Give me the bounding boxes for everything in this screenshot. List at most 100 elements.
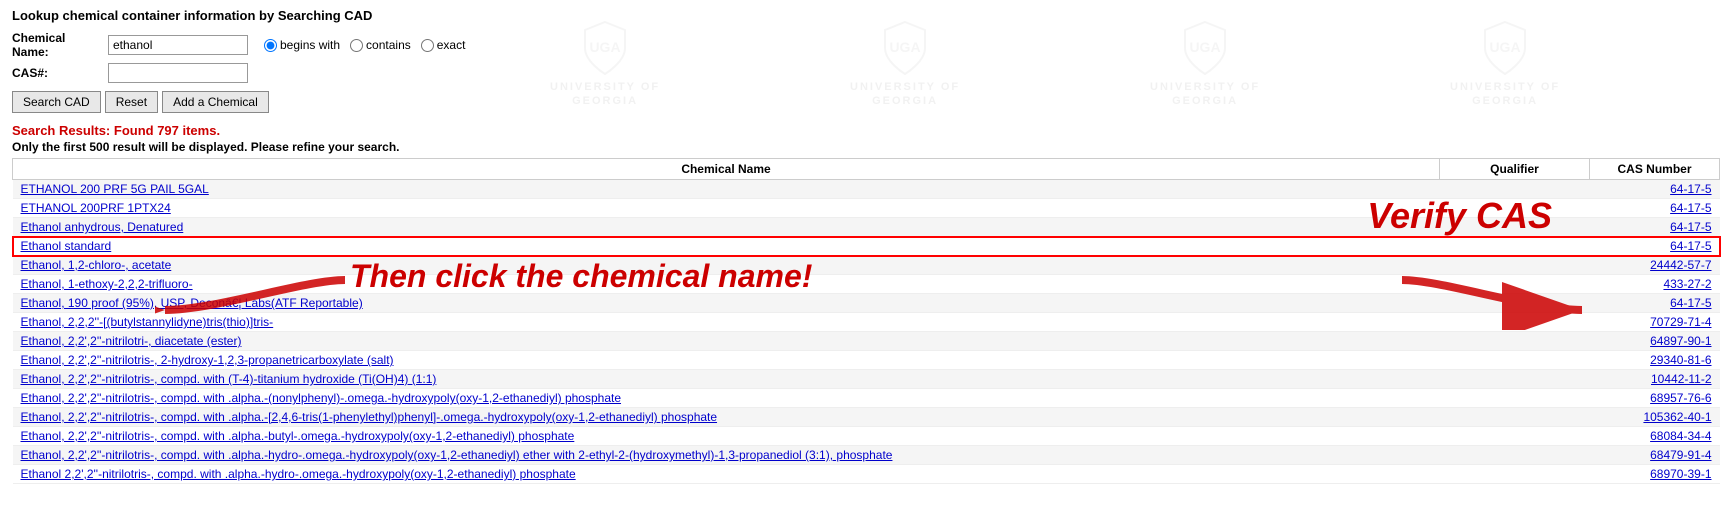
cas-number-link[interactable]: 70729-71-4 <box>1650 315 1711 329</box>
qualifier-cell <box>1440 408 1590 427</box>
chemical-name-cell: Ethanol, 2,2',2''-nitrilotris-, compd. w… <box>13 389 1440 408</box>
cas-cell: 68479-91-4 <box>1590 446 1720 465</box>
cas-label: CAS#: <box>12 66 102 80</box>
cas-number-link[interactable]: 24442-57-7 <box>1650 258 1711 272</box>
table-row: Ethanol, 2,2',2''-nitrilotris-, compd. w… <box>13 389 1720 408</box>
chemical-name-cell: Ethanol 2,2',2''-nitrilotris-, compd. wi… <box>13 465 1440 484</box>
chemical-name-link[interactable]: Ethanol, 2,2',2''-nitrilotris-, compd. w… <box>21 410 718 424</box>
verify-cas-overlay: Verify CAS <box>1367 195 1552 237</box>
cas-number-link[interactable]: 10442-11-2 <box>1651 372 1712 386</box>
cas-cell: 68970-39-1 <box>1590 465 1720 484</box>
radio-contains-label: contains <box>366 38 411 52</box>
cas-number-link[interactable]: 64897-90-1 <box>1650 334 1711 348</box>
main-content: Lookup chemical container information by… <box>0 0 1732 492</box>
cas-cell: 64-17-5 <box>1590 199 1720 218</box>
search-type-radio-group: begins with contains exact <box>264 38 465 52</box>
cas-number-link[interactable]: 433-27-2 <box>1663 277 1711 291</box>
chemical-name-link[interactable]: ETHANOL 200PRF 1PTX24 <box>21 201 171 215</box>
chemical-name-link[interactable]: Ethanol, 1,2-chloro-, acetate <box>21 258 172 272</box>
cas-number-link[interactable]: 64-17-5 <box>1670 239 1711 253</box>
radio-exact-input[interactable] <box>421 39 434 52</box>
qualifier-cell <box>1440 332 1590 351</box>
cas-number-link[interactable]: 68957-76-6 <box>1650 391 1711 405</box>
arrow-right <box>1392 270 1592 330</box>
table-row: Ethanol, 2,2',2''-nitrilotris-, compd. w… <box>13 446 1720 465</box>
chemical-name-link[interactable]: Ethanol 2,2',2''-nitrilotris-, compd. wi… <box>21 467 576 481</box>
table-row: Ethanol, 2,2',2''-nitrilotri-, diacetate… <box>13 332 1720 351</box>
results-count: Search Results: Found 797 items. <box>12 123 1720 138</box>
cas-cell: 64-17-5 <box>1590 237 1720 256</box>
qualifier-cell <box>1440 465 1590 484</box>
chemical-name-cell: Ethanol, 2,2',2''-nitrilotris-, compd. w… <box>13 446 1440 465</box>
qualifier-cell <box>1440 446 1590 465</box>
cas-number-link[interactable]: 64-17-5 <box>1670 201 1711 215</box>
cas-cell: 29340-81-6 <box>1590 351 1720 370</box>
radio-exact-label: exact <box>437 38 466 52</box>
chemical-name-cell: Ethanol, 2,2',2''-nitrilotris-, compd. w… <box>13 370 1440 389</box>
col-cas-number: CAS Number <box>1590 159 1720 180</box>
chemical-name-cell: Ethanol anhydrous, Denatured <box>13 218 1440 237</box>
cas-input[interactable] <box>108 63 248 83</box>
table-row: Ethanol, 2,2',2''-nitrilotris-, compd. w… <box>13 370 1720 389</box>
col-qualifier: Qualifier <box>1440 159 1590 180</box>
chemical-name-link[interactable]: ETHANOL 200 PRF 5G PAIL 5GAL <box>21 182 209 196</box>
radio-begins-with-label: begins with <box>280 38 340 52</box>
chemical-name-link[interactable]: Ethanol, 2,2',2''-nitrilotri-, diacetate… <box>21 334 242 348</box>
radio-contains[interactable]: contains <box>350 38 411 52</box>
chemical-name-link[interactable]: Ethanol, 2,2',2''-nitrilotris-, 2-hydrox… <box>21 353 394 367</box>
chemical-name-cell: ETHANOL 200 PRF 5G PAIL 5GAL <box>13 180 1440 199</box>
chemical-name-link[interactable]: Ethanol, 2,2',2''-nitrilotris-, compd. w… <box>21 391 622 405</box>
cas-number-link[interactable]: 29340-81-6 <box>1650 353 1711 367</box>
chemical-name-cell: Ethanol, 2,2',2''-nitrilotris-, 2-hydrox… <box>13 351 1440 370</box>
radio-exact[interactable]: exact <box>421 38 466 52</box>
reset-button[interactable]: Reset <box>105 91 158 113</box>
table-row: Ethanol, 2,2',2''-nitrilotris-, compd. w… <box>13 408 1720 427</box>
cas-cell: 68084-34-4 <box>1590 427 1720 446</box>
cas-cell: 64-17-5 <box>1590 294 1720 313</box>
cas-number-link[interactable]: 68970-39-1 <box>1650 467 1711 481</box>
chemical-name-cell: Ethanol, 2,2',2''-nitrilotri-, diacetate… <box>13 332 1440 351</box>
cas-number-link[interactable]: 105362-40-1 <box>1643 410 1711 424</box>
radio-begins-with-input[interactable] <box>264 39 277 52</box>
results-warning: Only the first 500 result will be displa… <box>12 140 1720 154</box>
click-chemical-overlay: Then click the chemical name! <box>350 258 812 295</box>
table-row: Ethanol, 2,2',2''-nitrilotris-, 2-hydrox… <box>13 351 1720 370</box>
chemical-name-link[interactable]: Ethanol, 2,2',2''-nitrilotris-, compd. w… <box>21 448 893 462</box>
qualifier-cell <box>1440 351 1590 370</box>
chemical-name-input[interactable] <box>108 35 248 55</box>
qualifier-cell <box>1440 237 1590 256</box>
chemical-name-link[interactable]: Ethanol, 2,2',2''-nitrilotris-, compd. w… <box>21 429 575 443</box>
cas-cell: 10442-11-2 <box>1590 370 1720 389</box>
chemical-name-link[interactable]: Ethanol anhydrous, Denatured <box>21 220 184 234</box>
add-chemical-button[interactable]: Add a Chemical <box>162 91 269 113</box>
chemical-name-link[interactable]: Ethanol, 2,2',2''-nitrilotris-, compd. w… <box>21 372 437 386</box>
chemical-name-row: Chemical Name: begins with contains exac… <box>12 31 1720 59</box>
chemical-name-link[interactable]: Ethanol standard <box>21 239 112 253</box>
cas-cell: 24442-57-7 <box>1590 256 1720 275</box>
form-section: Chemical Name: begins with contains exac… <box>12 31 1720 83</box>
button-row: Search CAD Reset Add a Chemical <box>12 91 1720 113</box>
qualifier-cell <box>1440 370 1590 389</box>
cas-number-link[interactable]: 64-17-5 <box>1670 220 1711 234</box>
qualifier-cell <box>1440 427 1590 446</box>
radio-begins-with[interactable]: begins with <box>264 38 340 52</box>
search-results-header: Search Results: Found 797 items. Only th… <box>12 123 1720 154</box>
cas-row: CAS#: <box>12 63 1720 83</box>
chemical-name-cell: ETHANOL 200PRF 1PTX24 <box>13 199 1440 218</box>
cas-number-link[interactable]: 64-17-5 <box>1670 182 1711 196</box>
radio-contains-input[interactable] <box>350 39 363 52</box>
col-chemical-name: Chemical Name <box>13 159 1440 180</box>
cas-cell: 68957-76-6 <box>1590 389 1720 408</box>
table-row: Ethanol, 2,2',2''-nitrilotris-, compd. w… <box>13 427 1720 446</box>
chemical-name-cell: Ethanol, 2,2',2''-nitrilotris-, compd. w… <box>13 427 1440 446</box>
cas-number-link[interactable]: 68084-34-4 <box>1650 429 1711 443</box>
chemical-name-cell: Ethanol, 2,2',2''-nitrilotris-, compd. w… <box>13 408 1440 427</box>
cas-cell: 105362-40-1 <box>1590 408 1720 427</box>
arrow-left <box>155 270 355 330</box>
table-row: Ethanol 2,2',2''-nitrilotris-, compd. wi… <box>13 465 1720 484</box>
search-cad-button[interactable]: Search CAD <box>12 91 101 113</box>
cas-number-link[interactable]: 64-17-5 <box>1670 296 1711 310</box>
cas-cell: 433-27-2 <box>1590 275 1720 294</box>
table-header-row: Chemical Name Qualifier CAS Number <box>13 159 1720 180</box>
cas-number-link[interactable]: 68479-91-4 <box>1650 448 1711 462</box>
